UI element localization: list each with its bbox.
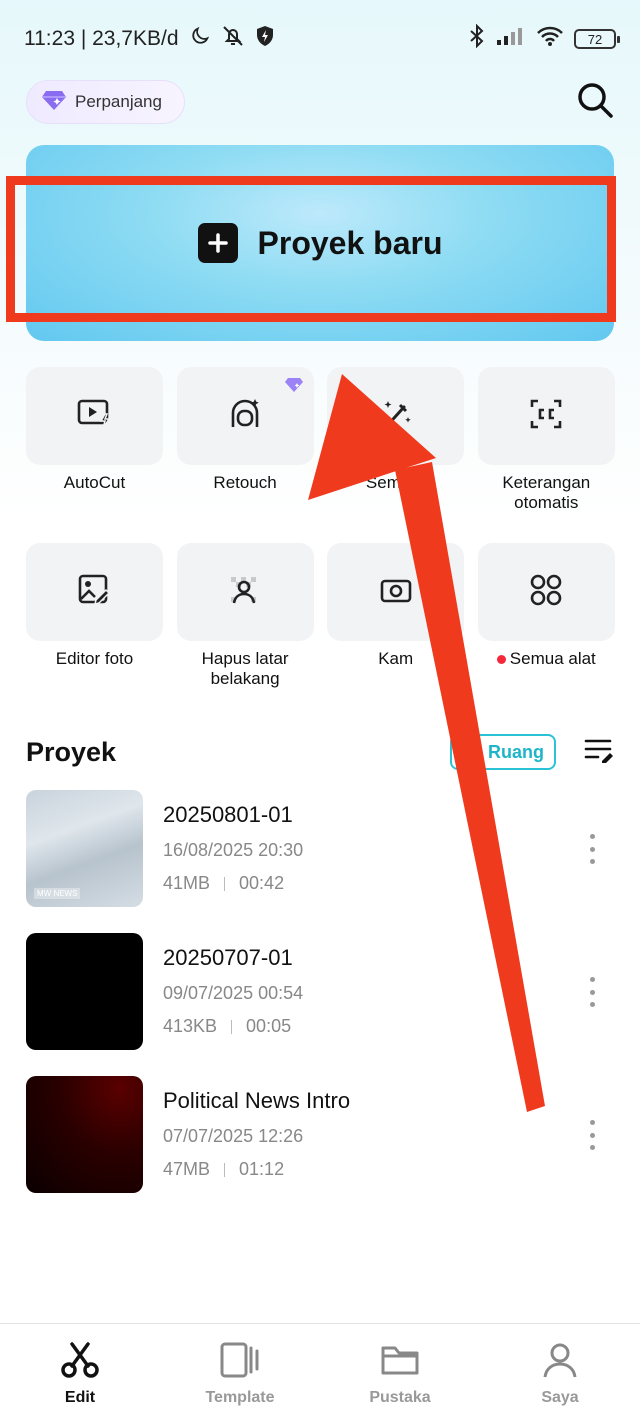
bottom-navigation: Edit Template Pustaka Saya (0, 1323, 640, 1422)
cloud-icon (460, 741, 483, 764)
project-size: 413KB (163, 1016, 218, 1036)
tool-label-wrapper: Semua alat (496, 649, 596, 669)
tool-enhance[interactable]: Sempur (327, 367, 465, 543)
divider (224, 1162, 226, 1177)
cloud-space-label: Ruang (488, 741, 544, 762)
status-bar: 11:23 | 23,7KB/d 72 (0, 0, 640, 78)
tool-label: Hapus latar belakang (201, 649, 289, 688)
top-bar: Perpanjang (26, 80, 614, 124)
project-date: 16/08/2025 20:30 (163, 840, 304, 860)
tool-retouch[interactable]: Retouch (176, 367, 314, 543)
project-size: 47MB (163, 1159, 211, 1179)
camera-icon (378, 573, 414, 612)
new-project-label: Proyek baru (257, 224, 443, 261)
project-thumbnail[interactable] (26, 933, 143, 1050)
nav-label: Saya (541, 1389, 579, 1406)
tool-tile[interactable] (477, 543, 615, 641)
folder-icon (380, 1342, 420, 1383)
tool-autocut[interactable]: AutoCut (26, 367, 163, 543)
wifi-icon (536, 25, 564, 53)
new-project-button[interactable]: Proyek baru (26, 145, 614, 341)
divider (231, 1019, 233, 1034)
play-bolt-icon (77, 398, 113, 435)
tool-label: Semua alat (509, 649, 596, 668)
moon-icon (189, 25, 211, 53)
manage-list-icon[interactable] (584, 737, 614, 768)
tool-auto-captions[interactable]: Keterangan otomatis (477, 367, 615, 543)
tools-grid: AutoCut Retouch Sempur Keterangan otomat… (26, 367, 615, 719)
project-date: 09/07/2025 00:54 (163, 983, 304, 1003)
nav-label: Pustaka (369, 1389, 431, 1406)
nav-library[interactable]: Pustaka (320, 1324, 480, 1422)
template-icon (220, 1342, 260, 1383)
project-name: 20250801-01 (163, 802, 293, 827)
tool-tile[interactable] (327, 543, 465, 641)
tool-photo-editor[interactable]: Editor foto (26, 543, 163, 719)
projects-title: Proyek (26, 736, 117, 767)
plus-icon (197, 223, 238, 263)
project-duration: 00:05 (246, 1016, 292, 1036)
cloud-space-button[interactable]: Ruang (450, 734, 556, 770)
tool-tile[interactable] (477, 367, 615, 465)
tool-remove-background[interactable]: Hapus latar belakang (176, 543, 314, 719)
signal-icon (496, 26, 526, 52)
tool-label: Editor foto (55, 649, 134, 668)
project-list: MW NEWS 20250801-01 16/08/2025 20:30 41M… (26, 790, 614, 1219)
project-item[interactable]: 20250707-01 09/07/2025 00:54 413KB 00:05 (26, 933, 614, 1076)
project-date: 07/07/2025 12:26 (163, 1126, 304, 1146)
project-size: 41MB (163, 873, 211, 893)
photo-edit-icon (77, 573, 113, 612)
mute-bell-icon (221, 24, 245, 54)
search-icon[interactable] (576, 81, 614, 124)
tool-label: Kam (378, 649, 414, 668)
more-options-icon[interactable] (582, 977, 602, 1007)
scissors-icon (60, 1342, 100, 1383)
premium-label: Perpanjang (75, 92, 162, 111)
bluetooth-icon (468, 23, 486, 54)
status-time: 11:23 | 23,7KB/d (24, 27, 179, 50)
nav-profile[interactable]: Saya (480, 1324, 640, 1422)
shield-icon (255, 25, 275, 53)
project-name: 20250707-01 (163, 945, 293, 970)
tool-tile[interactable] (176, 367, 314, 465)
tool-tile[interactable] (26, 367, 163, 465)
premium-diamond-icon (284, 377, 304, 398)
premium-renew-button[interactable]: Perpanjang (26, 80, 185, 124)
project-thumbnail[interactable]: MW NEWS (26, 790, 143, 907)
nav-label: Edit (64, 1389, 96, 1406)
project-item[interactable]: Political News Intro 07/07/2025 12:26 47… (26, 1076, 614, 1219)
remove-bg-icon (227, 573, 263, 612)
tool-label: Keterangan otomatis (502, 473, 591, 512)
grid-icon (529, 573, 563, 612)
tool-label: AutoCut (63, 473, 126, 492)
tool-tile[interactable] (327, 367, 465, 465)
project-name: Political News Intro (163, 1088, 351, 1113)
retouch-icon (227, 397, 263, 436)
project-item[interactable]: MW NEWS 20250801-01 16/08/2025 20:30 41M… (26, 790, 614, 933)
nav-template[interactable]: Template (160, 1324, 320, 1422)
project-thumbnail[interactable] (26, 1076, 143, 1193)
notification-dot (496, 655, 506, 665)
nav-label: Template (205, 1389, 275, 1406)
project-duration: 00:42 (239, 873, 285, 893)
tool-tile[interactable] (176, 543, 314, 641)
project-duration: 01:12 (239, 1159, 285, 1179)
tool-tile[interactable] (26, 543, 163, 641)
tool-camera[interactable]: Kam (327, 543, 465, 719)
more-options-icon[interactable] (582, 1120, 602, 1150)
mw-news-logo: MW NEWS (34, 888, 81, 899)
battery-indicator: 72 (574, 29, 620, 49)
tool-label: Retouch (213, 473, 277, 492)
divider (224, 876, 226, 891)
more-options-icon[interactable] (582, 834, 602, 864)
person-icon (540, 1342, 580, 1383)
tool-all-tools[interactable]: Semua alat (477, 543, 615, 719)
tool-label: Sempur (365, 473, 426, 492)
nav-edit[interactable]: Edit (0, 1324, 160, 1422)
captions-icon (528, 397, 564, 436)
projects-header: Proyek Ruang (26, 730, 614, 774)
diamond-icon (41, 89, 67, 116)
magic-wand-icon (378, 397, 414, 436)
